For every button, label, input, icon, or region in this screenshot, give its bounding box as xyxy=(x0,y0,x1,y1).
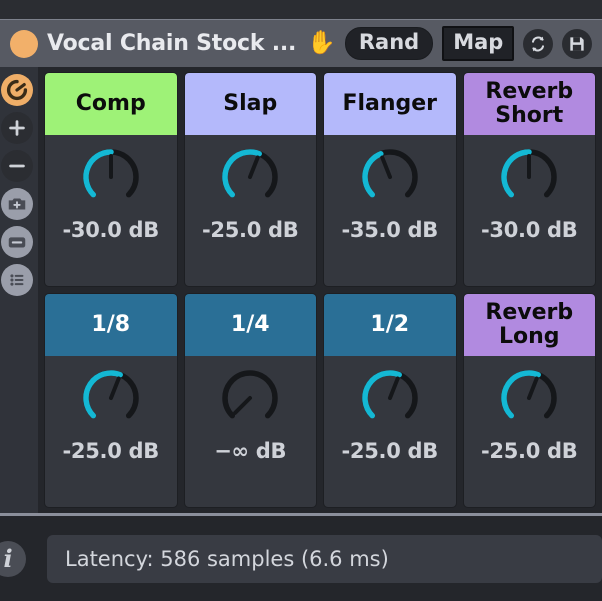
knob-pointer xyxy=(233,396,253,415)
save-icon[interactable] xyxy=(562,28,593,59)
knob-value-arc xyxy=(501,370,542,419)
remove-box-icon[interactable] xyxy=(1,226,33,258)
sync-icon[interactable] xyxy=(523,28,554,59)
knob-value-label: -25.0 dB xyxy=(62,439,160,463)
left-toolbar xyxy=(0,67,38,513)
volume-knob[interactable] xyxy=(211,143,289,217)
volume-knob[interactable] xyxy=(72,364,150,438)
knob-value-label: -30.0 dB xyxy=(481,218,578,242)
chain-cell-body: -25.0 dB xyxy=(324,356,456,507)
knob-pointer xyxy=(108,376,121,400)
knob-value-label: −∞ dB xyxy=(214,439,287,463)
plus-icon[interactable] xyxy=(1,112,33,144)
knob-value-arc xyxy=(362,370,402,419)
chain-cell[interactable]: 1/8 -25.0 dB xyxy=(44,293,178,508)
window-title: Vocal Chain Stock ... xyxy=(47,31,297,56)
power-knob-icon[interactable] xyxy=(1,74,33,106)
latency-readout: Latency: 586 samples (6.6 ms) xyxy=(47,534,602,583)
rand-button[interactable]: Rand xyxy=(344,27,434,60)
map-button[interactable]: Map xyxy=(442,26,515,61)
chain-cell-label[interactable]: Flanger xyxy=(324,73,456,135)
volume-knob[interactable] xyxy=(490,143,568,217)
plugin-window: Vocal Chain Stock ... ✋ Rand Map Comp -3… xyxy=(0,0,602,601)
chain-cell-body: -25.0 dB xyxy=(45,356,177,507)
chain-cell-body: -30.0 dB xyxy=(464,135,596,286)
chain-cell[interactable]: 1/2 -25.0 dB xyxy=(323,293,457,508)
status-bar: i Latency: 586 samples (6.6 ms) xyxy=(0,516,602,601)
knob-value-label: -25.0 dB xyxy=(202,218,299,242)
device-enable-dot[interactable] xyxy=(10,29,38,58)
knob-track xyxy=(222,370,278,419)
knob-pointer xyxy=(527,376,539,400)
title-bar: Vocal Chain Stock ... ✋ Rand Map xyxy=(0,19,602,67)
chain-cell-label[interactable]: Reverb Short xyxy=(463,73,595,135)
knob-pointer xyxy=(387,376,400,400)
chain-cell[interactable]: 1/4 −∞ dB xyxy=(183,293,317,508)
chain-cell-body: -30.0 dB xyxy=(45,135,177,286)
knob-value-label: -25.0 dB xyxy=(341,439,439,463)
volume-knob[interactable] xyxy=(72,143,150,217)
chain-cell-label[interactable]: 1/2 xyxy=(324,294,456,356)
volume-knob[interactable] xyxy=(351,364,429,438)
chain-cell-body: −∞ dB xyxy=(185,356,317,507)
knob-value-label: -35.0 dB xyxy=(341,218,439,242)
chain-cell-body: -35.0 dB xyxy=(324,135,456,286)
knob-pointer xyxy=(380,155,392,179)
chain-cell-label[interactable]: Reverb Long xyxy=(463,294,595,356)
info-icon[interactable]: i xyxy=(0,540,26,577)
knob-value-label: -30.0 dB xyxy=(62,218,160,242)
chain-cell-label[interactable]: Slap xyxy=(184,73,316,135)
minus-icon[interactable] xyxy=(1,150,33,182)
volume-knob[interactable] xyxy=(211,364,289,438)
chain-grid: Comp -30.0 dB Slap -25.0 dB Flanger -35.0 dB R… xyxy=(38,67,602,513)
chain-cell-label[interactable]: 1/4 xyxy=(184,294,316,356)
chain-cell-body: -25.0 dB xyxy=(464,356,596,507)
chain-cell[interactable]: Flanger -35.0 dB xyxy=(323,72,457,287)
chain-cell[interactable]: Comp -30.0 dB xyxy=(44,72,178,287)
raised-hand-icon[interactable]: ✋ xyxy=(307,32,336,55)
chain-cell-label[interactable]: Comp xyxy=(45,73,177,135)
knob-value-arc xyxy=(501,149,532,198)
chain-cell[interactable]: Slap -25.0 dB xyxy=(183,72,317,287)
chain-cell[interactable]: Reverb Long -25.0 dB xyxy=(462,293,596,508)
knob-pointer xyxy=(248,155,260,179)
knob-value-arc xyxy=(362,151,384,198)
window-top-strip xyxy=(0,0,602,19)
knob-value-arc xyxy=(83,370,123,419)
snapshot-camera-icon[interactable] xyxy=(1,188,33,220)
volume-knob[interactable] xyxy=(490,364,568,438)
chain-cell-body: -25.0 dB xyxy=(185,135,317,286)
knob-value-arc xyxy=(83,149,114,198)
volume-knob[interactable] xyxy=(351,143,429,217)
knob-value-label: -25.0 dB xyxy=(481,439,578,463)
knob-value-arc xyxy=(222,149,263,198)
chain-cell[interactable]: Reverb Short -30.0 dB xyxy=(462,72,596,287)
chain-cell-label[interactable]: 1/8 xyxy=(45,294,177,356)
list-icon[interactable] xyxy=(1,264,33,296)
